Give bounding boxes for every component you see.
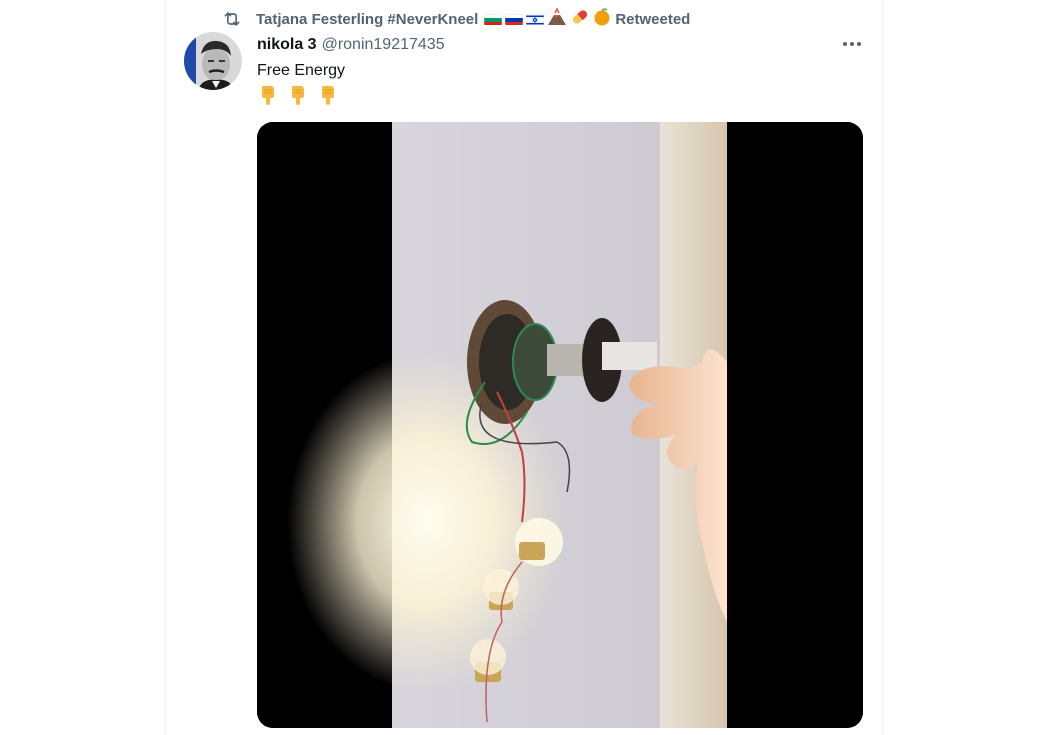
pointing-down-icon bbox=[257, 84, 279, 111]
retweeter-name[interactable]: Tatjana Festerling #NeverKneel bbox=[256, 11, 478, 28]
pill-icon bbox=[570, 8, 590, 30]
retweet-banner: Tatjana Festerling #NeverKneel Retweeted bbox=[222, 7, 691, 30]
tweet-text: Free Energy bbox=[257, 62, 346, 79]
israel-flag-icon bbox=[526, 13, 545, 25]
bulgaria-flag-icon bbox=[484, 13, 503, 25]
pointing-down-icon bbox=[317, 84, 339, 111]
tweet-emoji-line bbox=[257, 84, 339, 111]
avatar[interactable] bbox=[184, 32, 242, 90]
user-handle[interactable]: @ronin19217435 bbox=[322, 36, 445, 54]
tweet-header: nikola 3 @ronin19217435 bbox=[257, 34, 445, 56]
retweeter-emojis bbox=[484, 7, 611, 30]
russia-flag-icon bbox=[505, 13, 524, 25]
retweet-icon bbox=[222, 9, 242, 29]
more-options-button[interactable] bbox=[838, 33, 866, 55]
pointing-down-icon bbox=[287, 84, 309, 111]
retweeted-label: Retweeted bbox=[615, 10, 691, 28]
more-horizontal-icon bbox=[843, 42, 861, 46]
orange-icon bbox=[593, 8, 611, 30]
volcano-icon bbox=[547, 7, 567, 30]
tweet-video[interactable] bbox=[257, 122, 863, 728]
display-name[interactable]: nikola 3 bbox=[257, 36, 317, 54]
